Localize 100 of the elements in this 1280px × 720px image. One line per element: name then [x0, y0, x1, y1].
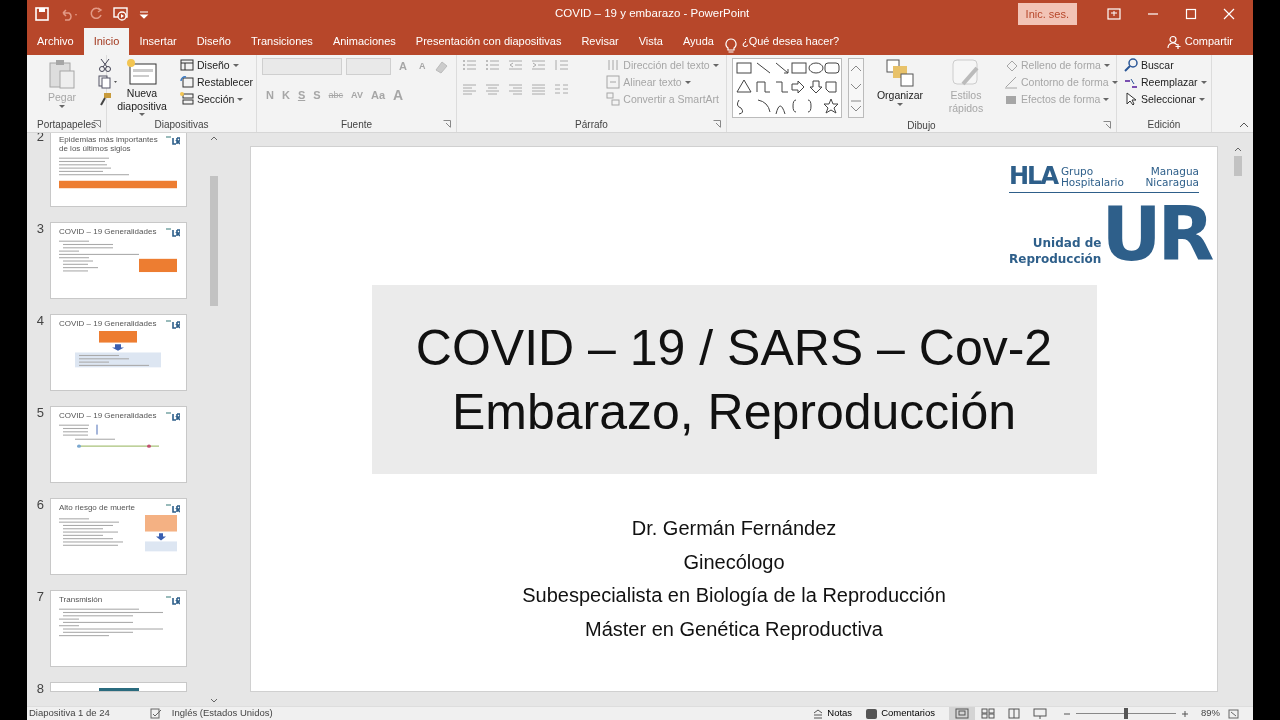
comments-button[interactable]: Comentarios [866, 707, 935, 720]
ribbon-display-icon[interactable] [1107, 8, 1121, 20]
thumbnail-title: Alto riesgo de muerte [59, 504, 137, 513]
slide-thumbnail[interactable]: Transmisión [50, 590, 187, 667]
maximize-icon[interactable] [1185, 8, 1197, 20]
logo-text: Nicaragua [1145, 177, 1199, 188]
group-label: Portapapeles [37, 118, 96, 132]
slide-thumbnail[interactable]: Alto riesgo de muerte [50, 498, 187, 575]
smartart-icon [606, 92, 621, 106]
ribbon-tab[interactable]: Transiciones [240, 28, 323, 55]
ribbon-tab[interactable]: Vista [628, 28, 673, 55]
quick-styles-icon [951, 58, 981, 88]
logo-text: Hospitalario [1060, 177, 1124, 188]
screen-icon [1033, 708, 1047, 719]
find-button[interactable]: Buscar [1122, 58, 1209, 72]
share-button[interactable]: Compartir [1160, 28, 1239, 55]
ribbon-tab[interactable]: Animaciones [322, 28, 406, 55]
caret-icon [897, 102, 903, 106]
fit-slide-icon[interactable] [1228, 708, 1239, 719]
normal-view-icon [955, 708, 969, 719]
zoom-slider-thumb[interactable] [1124, 708, 1128, 719]
caret-icon [1103, 97, 1110, 101]
font-name-field[interactable] [262, 58, 342, 75]
copy-icon[interactable] [98, 75, 120, 89]
redo-icon[interactable] [89, 7, 103, 21]
slide-title: COVID – 19 / SARS – Cov-2 [415, 318, 1053, 378]
sign-in-button[interactable]: Inic. ses. [1017, 2, 1077, 26]
slide-thumbnail[interactable]: Epidemias más importantes de los últimos siglos [50, 133, 187, 207]
logo-text: Managua [1150, 165, 1199, 177]
slide-thumbnail[interactable] [50, 682, 187, 692]
scrollbar-thumb[interactable] [1233, 156, 1242, 176]
thumbnail-title: COVID – 19 Generalidades [59, 228, 158, 237]
font-size-field[interactable] [346, 58, 391, 75]
clear-format-icon[interactable] [433, 59, 450, 74]
ribbon-tab[interactable]: Archivo [27, 28, 84, 55]
language-label[interactable]: Inglés (Estados Unidos) [171, 706, 273, 720]
logo-mark: UR [1101, 197, 1211, 271]
ribbon-tab[interactable]: Inicio [83, 28, 130, 55]
dialog-launcher-icon[interactable] [1103, 121, 1111, 129]
lightbulb-icon [723, 37, 738, 55]
ribbon-tab[interactable]: Ayuda [672, 28, 724, 55]
new-slide-button[interactable]: Nueva diapositiva [112, 58, 172, 117]
close-icon[interactable] [1223, 8, 1235, 20]
slide-number: 6 [35, 498, 44, 511]
slide-number: 8 [35, 682, 44, 695]
scissors-icon[interactable] [98, 58, 112, 72]
customize-caret-icon[interactable] [139, 9, 149, 19]
caret-icon [232, 63, 239, 67]
bullets-icon[interactable] [462, 58, 477, 72]
arrange-button[interactable]: Organizar [870, 58, 930, 106]
scrollbar-thumb[interactable] [210, 176, 218, 306]
caret-icon [684, 80, 691, 84]
thumbnail-title: Epidemias más importantes de los últimos siglos [59, 136, 159, 154]
logo-icon [166, 412, 180, 421]
save-icon[interactable] [35, 7, 49, 21]
spelling-icon[interactable] [149, 708, 162, 719]
collapse-ribbon-icon[interactable] [1239, 121, 1249, 128]
dialog-launcher-icon[interactable] [443, 120, 451, 128]
dialog-launcher-icon[interactable] [713, 120, 721, 128]
slide-counter: Diapositiva 1 de 24 [29, 706, 110, 720]
ribbon-tab[interactable]: Revisar [571, 28, 629, 55]
zoom-percent[interactable]: 89% [1201, 706, 1220, 720]
slide-thumbnail[interactable]: COVID – 19 Generalidades [50, 406, 187, 483]
caret-icon [1111, 80, 1118, 84]
slide-thumbnail[interactable]: COVID – 19 Generalidades [50, 314, 187, 391]
select-button[interactable]: Seleccionar [1122, 92, 1209, 106]
shapes-gallery[interactable] [732, 58, 842, 118]
ribbon-tab[interactable]: Insertar [129, 28, 187, 55]
layout-button[interactable]: Diseño [178, 58, 256, 72]
ribbon-tab[interactable]: Diseño [186, 28, 241, 55]
logo-icon [166, 136, 180, 145]
caret-icon [237, 97, 244, 101]
ribbon-tab[interactable]: Presentación con diapositivas [405, 28, 572, 55]
thumbnail-title: Transmisión [59, 596, 104, 605]
notes-button[interactable]: Notas [813, 707, 853, 720]
caret-icon [1200, 80, 1207, 84]
scroll-up-icon[interactable] [210, 135, 218, 141]
slide-subtitle: Dr. Germán Fernández [631, 516, 837, 541]
scroll-up-icon[interactable] [1233, 146, 1242, 152]
layout-icon [180, 58, 194, 72]
caret-icon [1198, 97, 1205, 101]
section-button[interactable]: Sección [178, 92, 256, 106]
slide-thumbnail[interactable]: COVID – 19 Generalidades [50, 222, 187, 299]
replace-button[interactable]: Reemplazar [1122, 75, 1209, 89]
undo-icon[interactable] [59, 7, 79, 21]
logo-text: Reproducción [1009, 250, 1102, 267]
comment-icon [866, 708, 878, 719]
zoom-in-icon[interactable] [1181, 709, 1189, 718]
normal-view-button[interactable] [949, 707, 975, 720]
new-slide-icon [126, 58, 158, 86]
gallery-scroll-icon[interactable] [848, 58, 864, 118]
presentation-icon[interactable] [113, 7, 129, 21]
reset-button[interactable]: Restablecer [178, 75, 256, 89]
group-label: Fuente [340, 118, 373, 132]
clipboard-icon [47, 58, 77, 90]
book-icon [1007, 708, 1021, 719]
tell-me-search[interactable]: ¿Qué desea hacer? [741, 28, 840, 55]
numbering-icon[interactable] [485, 58, 500, 72]
scroll-down-icon[interactable] [210, 698, 218, 704]
format-painter-icon[interactable] [98, 92, 112, 106]
